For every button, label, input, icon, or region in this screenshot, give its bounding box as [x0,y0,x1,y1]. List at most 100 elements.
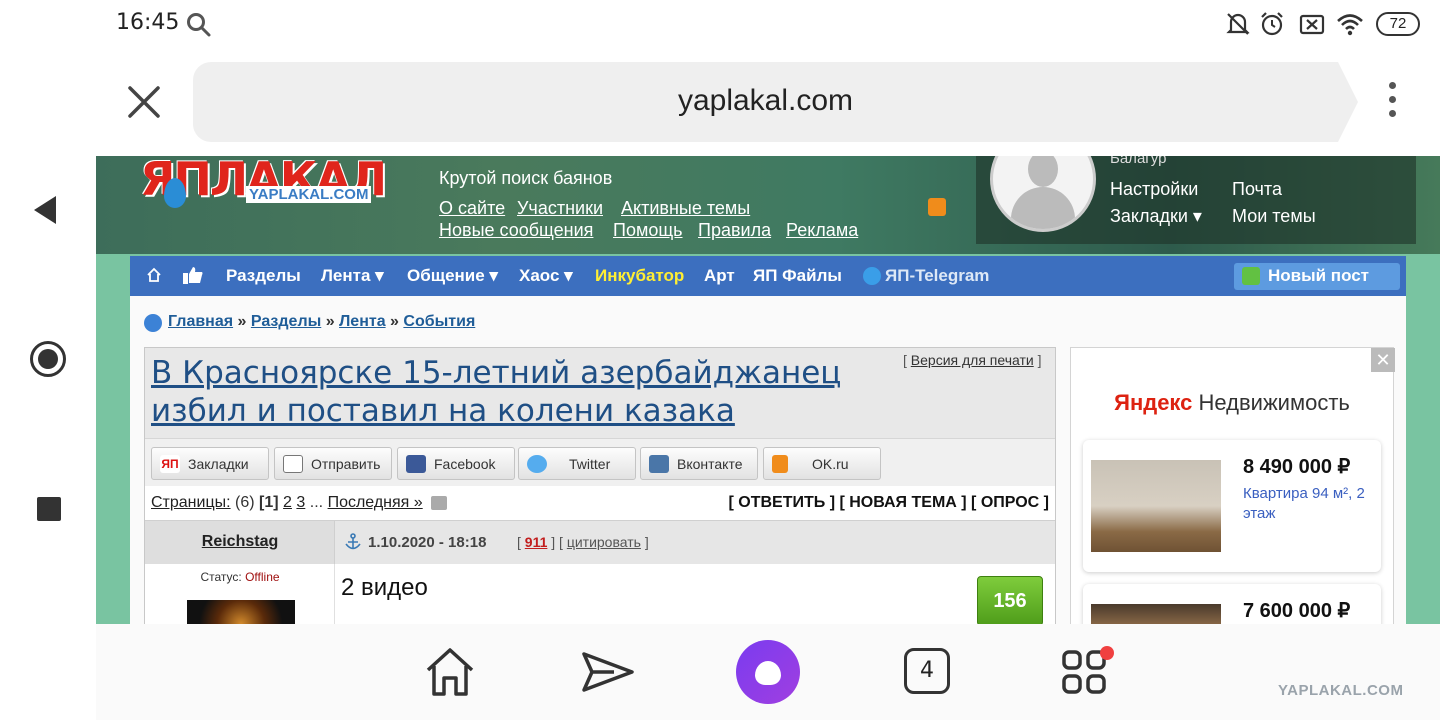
link-help[interactable]: Помощь [613,220,683,241]
breadcrumb-sections[interactable]: Разделы [251,313,321,330]
author-cell: Reichstag [145,521,335,565]
avatar-body [1011,187,1075,229]
wifi-icon [1337,14,1363,36]
subscribe-icon[interactable] [431,495,448,510]
quote-link[interactable]: цитировать [567,534,641,550]
post-body: 2 видео [341,574,428,601]
page-3-link[interactable]: 3 [296,494,305,511]
ad-desc: Квартира 94 м², 2 этаж [1243,485,1365,522]
home-nav-icon[interactable] [30,341,66,377]
home-icon[interactable] [146,267,162,283]
page-title[interactable]: В Красноярске 15-летний азербайджанец из… [151,354,891,430]
send-button[interactable]: Отправить [274,447,392,480]
pages-label[interactable]: Страницы: [151,494,231,511]
more-menu-icon[interactable] [1384,82,1400,122]
twitter-button[interactable]: Twitter [518,447,636,480]
breadcrumb-arrow-icon [144,314,162,332]
mail-icon [283,455,303,473]
author-name[interactable]: Reichstag [145,533,335,551]
status-time: 16:45 [116,10,180,35]
bell-off-icon [1226,13,1250,35]
new-post-button[interactable]: Новый пост [1234,263,1400,290]
menu-files[interactable]: ЯП Файлы [753,266,842,286]
ad-price: 8 490 000 ₽ [1243,456,1351,478]
post-meta: [ 911 ] [ цитировать ] [517,534,649,550]
user-menu-mail[interactable]: Почта [1232,179,1282,200]
menu-sections[interactable]: Разделы [226,266,301,286]
link-active-topics[interactable]: Активные темы [621,198,750,219]
main-menu: Разделы Лента ▾ Общение ▾ Хаос ▾ Инкубат… [130,256,1406,296]
last-page-link[interactable]: Последняя » [328,494,423,511]
ad-card[interactable]: 8 490 000 ₽ Квартира 94 м², 2 этаж [1083,440,1381,572]
menu-chat[interactable]: Общение ▾ [407,266,498,286]
post-container: В Красноярске 15-летний азербайджанец из… [144,347,1056,624]
ad-price: 7 600 000 ₽ [1243,600,1351,622]
ad-block[interactable]: ✕ Яндекс Недвижимость 8 490 000 ₽ Кварти… [1070,347,1395,624]
print-version-link[interactable]: Версия для печати [911,352,1034,368]
search-hint[interactable]: Крутой поиск баянов [439,168,612,189]
ok-button[interactable]: OK.ru [763,447,881,480]
twitter-icon [527,455,547,473]
ad-close-button[interactable]: ✕ [1371,348,1395,372]
ad-brand-yandex: Яндекс [1114,390,1193,415]
rss-icon[interactable] [928,198,946,216]
facebook-icon [406,455,426,473]
menu-incubator[interactable]: Инкубатор [595,266,684,286]
current-page: [1] [259,494,279,511]
logo-drop-icon [164,178,186,208]
ad-brand-product: Недвижимость [1198,390,1350,415]
user-menu-my-topics[interactable]: Мои темы [1232,206,1316,227]
user-status: Статус: Offline [145,570,335,584]
page-2-link[interactable]: 2 [283,494,292,511]
vkontakte-button[interactable]: Вконтакте [640,447,758,480]
tabs-counter[interactable]: 4 [904,648,950,694]
twitter-label: Twitter [569,456,611,472]
send-icon[interactable] [580,644,636,700]
url-text[interactable]: yaplakal.com [193,84,1338,118]
link-about[interactable]: О сайте [439,198,505,219]
avatar-head [1028,156,1058,187]
facebook-button[interactable]: Facebook [397,447,515,480]
author-avatar[interactable] [187,600,295,624]
ok-icon [772,455,788,473]
ad-card[interactable]: 7 600 000 ₽ [1083,584,1381,624]
menu-chaos[interactable]: Хаос ▾ [519,266,573,286]
menu-art[interactable]: Арт [704,266,735,286]
pages-ellipsis: ... [309,494,324,511]
url-bar-arrow [1338,62,1358,142]
link-members[interactable]: Участники [517,198,603,219]
recent-apps-icon[interactable] [37,497,61,521]
home-icon[interactable] [422,644,478,700]
alice-assistant-button[interactable] [736,640,800,704]
anchor-icon[interactable] [345,533,361,551]
link-new-messages[interactable]: Новые сообщения [439,220,593,241]
link-rules[interactable]: Правила [698,220,771,241]
user-menu-settings[interactable]: Настройки [1110,179,1198,200]
rating-badge[interactable]: 156 [977,576,1043,624]
topic-actions[interactable]: [ ОТВЕТИТЬ ] [ НОВАЯ ТЕМА ] [ ОПРОС ] [728,494,1049,512]
notification-dot [1100,646,1114,660]
pages-count: (6) [235,494,255,511]
link-ads[interactable]: Реклама [786,220,858,241]
send-label: Отправить [311,456,381,472]
no-sim-icon [1299,14,1325,35]
logo-subtitle: YAPLAKAL.COM [246,186,372,203]
menu-telegram[interactable]: ЯП-Telegram [885,266,989,286]
close-icon[interactable] [124,82,164,122]
alice-icon [755,661,781,685]
user-menu-bookmarks[interactable]: Закладки ▾ [1110,206,1202,227]
post-number[interactable]: 911 [525,534,548,550]
telegram-icon [863,267,881,285]
user-status-cell: Статус: Offline [145,564,335,624]
status-value: Offline [245,570,280,584]
breadcrumb-feed[interactable]: Лента [339,313,386,330]
print-version[interactable]: [ Версия для печати ] [903,352,1041,368]
title-row: В Красноярске 15-летний азербайджанец из… [145,348,1055,438]
breadcrumb-events[interactable]: События [403,313,475,330]
bookmark-button[interactable]: ЯП Закладки [151,447,269,480]
menu-feed[interactable]: Лента ▾ [321,266,384,286]
breadcrumb-home[interactable]: Главная [168,313,233,330]
thumbs-up-icon[interactable] [182,265,204,285]
back-icon[interactable] [34,196,56,224]
bookmark-label: Закладки [188,456,249,472]
